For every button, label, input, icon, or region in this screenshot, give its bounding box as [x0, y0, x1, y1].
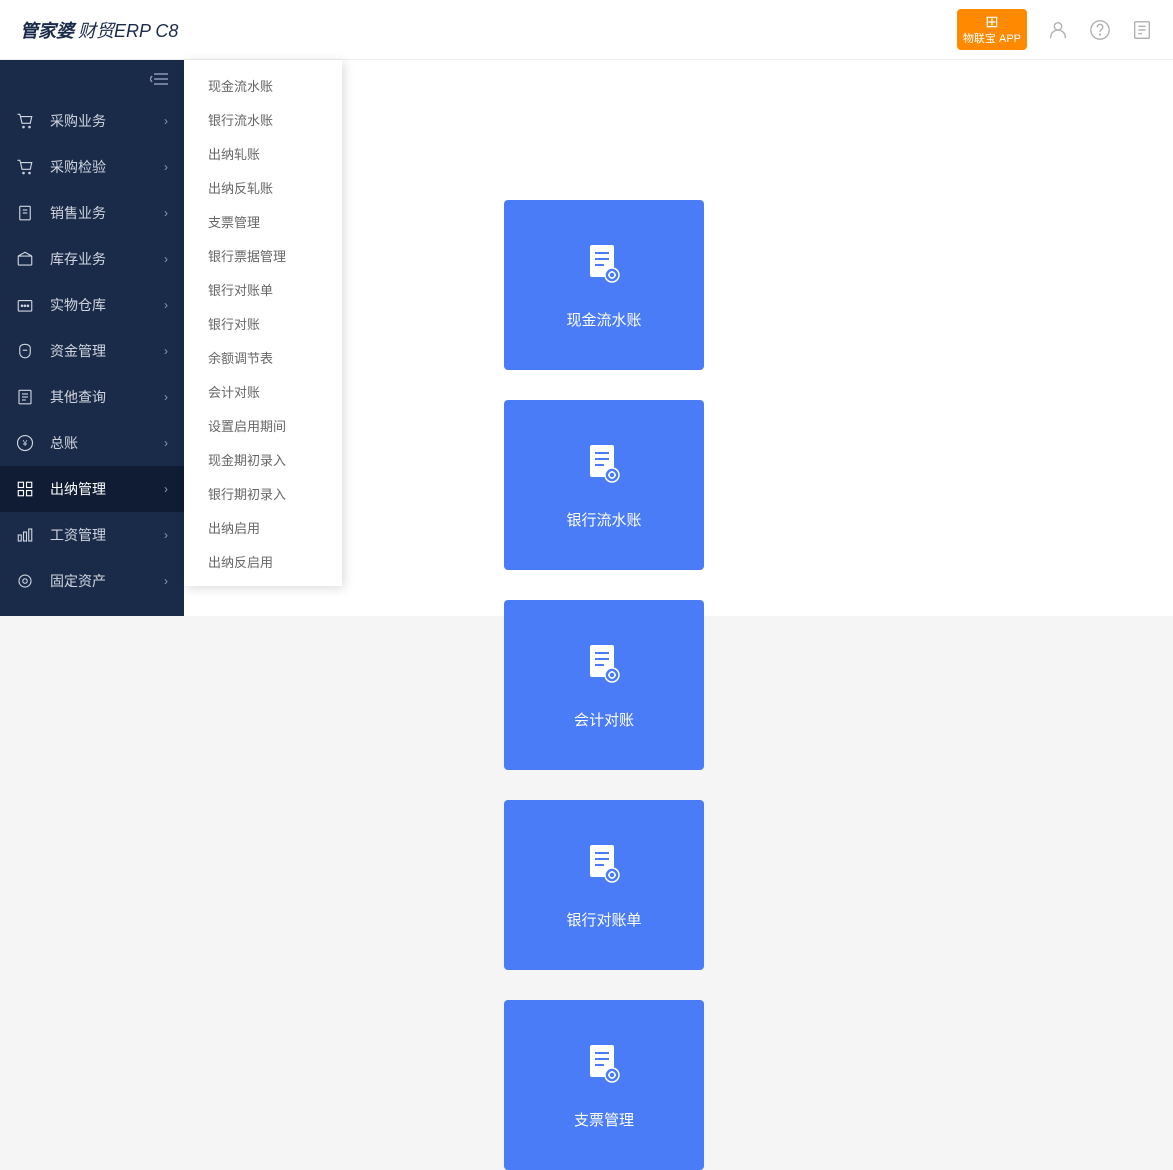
card-label: 现金流水账 — [566, 309, 641, 330]
nav-label: 出纳管理 — [50, 479, 106, 499]
card-label: 会计对账 — [574, 709, 634, 730]
document-gear-icon — [582, 1041, 626, 1085]
nav-icon — [16, 158, 36, 176]
document-gear-icon — [582, 641, 626, 685]
qr-icon: ⊞ — [963, 13, 1021, 32]
submenu-item-9[interactable]: 会计对账 — [184, 374, 342, 408]
card-label: 银行流水账 — [566, 509, 641, 530]
sidebar-item-7[interactable]: ¥ 总账 › — [0, 420, 184, 466]
sidebar-item-4[interactable]: 实物仓库 › — [0, 282, 184, 328]
nav-label: 销售业务 — [50, 203, 106, 223]
sidebar-item-0[interactable]: 采购业务 › — [0, 98, 184, 144]
help-icon[interactable] — [1089, 19, 1111, 41]
sidebar-item-3[interactable]: 库存业务 › — [0, 236, 184, 282]
submenu-item-1[interactable]: 银行流水账 — [184, 102, 342, 136]
logo-sub: 财贸ERP C8 — [78, 21, 178, 41]
submenu-item-5[interactable]: 银行票据管理 — [184, 238, 342, 272]
nav-icon: ¥ — [16, 434, 36, 452]
user-icon[interactable] — [1047, 19, 1069, 41]
sidebar-item-9[interactable]: 工资管理 › — [0, 512, 184, 558]
submenu-item-14[interactable]: 出纳反启用 — [184, 544, 342, 578]
chevron-right-icon: › — [164, 528, 168, 542]
submenu-item-11[interactable]: 现金期初录入 — [184, 442, 342, 476]
nav-label: 总账 — [50, 433, 78, 453]
submenu-item-4[interactable]: 支票管理 — [184, 204, 342, 238]
app-badge[interactable]: ⊞ 物联宝 APP — [957, 9, 1027, 49]
nav-icon — [16, 204, 36, 222]
submenu-item-6[interactable]: 银行对账单 — [184, 272, 342, 306]
nav-icon — [16, 572, 36, 590]
sidebar-item-10[interactable]: 固定资产 › — [0, 558, 184, 604]
card-4[interactable]: 支票管理 — [504, 1000, 704, 1170]
notes-icon[interactable] — [1131, 19, 1153, 41]
nav-icon — [16, 112, 36, 130]
app-header: 管家婆财贸ERP C8 ⊞ 物联宝 APP — [0, 0, 1173, 60]
app-badge-label: 物联宝 APP — [963, 33, 1021, 45]
document-gear-icon — [582, 241, 626, 285]
nav-icon — [16, 526, 36, 544]
nav-label: 工资管理 — [50, 525, 106, 545]
card-label: 支票管理 — [574, 1109, 634, 1130]
nav-label: 采购检验 — [50, 157, 106, 177]
nav-icon — [16, 480, 36, 498]
card-2[interactable]: 会计对账 — [504, 600, 704, 770]
sidebar-item-1[interactable]: 采购检验 › — [0, 144, 184, 190]
header-actions: ⊞ 物联宝 APP — [957, 9, 1153, 49]
chevron-right-icon: › — [164, 344, 168, 358]
nav-label: 资金管理 — [50, 341, 106, 361]
nav-label: 库存业务 — [50, 249, 106, 269]
nav-icon — [16, 388, 36, 406]
chevron-right-icon: › — [164, 206, 168, 220]
collapse-button[interactable] — [0, 60, 184, 98]
submenu-item-12[interactable]: 银行期初录入 — [184, 476, 342, 510]
nav-icon — [16, 296, 36, 314]
submenu-item-10[interactable]: 设置启用期间 — [184, 408, 342, 442]
chevron-right-icon: › — [164, 252, 168, 266]
nav-icon — [16, 250, 36, 268]
chevron-right-icon: › — [164, 160, 168, 174]
logo: 管家婆财贸ERP C8 — [20, 17, 178, 43]
document-gear-icon — [582, 841, 626, 885]
chevron-right-icon: › — [164, 114, 168, 128]
sidebar-item-8[interactable]: 出纳管理 › — [0, 466, 184, 512]
submenu-item-2[interactable]: 出纳轧账 — [184, 136, 342, 170]
chevron-right-icon: › — [164, 436, 168, 450]
nav-icon — [16, 342, 36, 360]
nav-label: 固定资产 — [50, 571, 106, 591]
nav-label: 其他查询 — [50, 387, 106, 407]
sidebar: 采购业务›采购检验›销售业务›库存业务›实物仓库›资金管理›其他查询›¥总账›出… — [0, 60, 184, 616]
chevron-right-icon: › — [164, 574, 168, 588]
chevron-right-icon: › — [164, 482, 168, 496]
nav-label: 实物仓库 — [50, 295, 106, 315]
svg-text:¥: ¥ — [22, 439, 28, 448]
card-0[interactable]: 现金流水账 — [504, 200, 704, 370]
card-label: 银行对账单 — [566, 909, 641, 930]
document-gear-icon — [582, 441, 626, 485]
submenu-cashier: 现金流水账银行流水账出纳轧账出纳反轧账支票管理银行票据管理银行对账单银行对账余额… — [184, 60, 342, 586]
submenu-item-8[interactable]: 余额调节表 — [184, 340, 342, 374]
card-1[interactable]: 银行流水账 — [504, 400, 704, 570]
logo-main: 管家婆 — [20, 21, 74, 41]
sidebar-item-6[interactable]: 其他查询 › — [0, 374, 184, 420]
card-3[interactable]: 银行对账单 — [504, 800, 704, 970]
sidebar-item-2[interactable]: 销售业务 › — [0, 190, 184, 236]
nav-label: 采购业务 — [50, 111, 106, 131]
submenu-item-3[interactable]: 出纳反轧账 — [184, 170, 342, 204]
submenu-item-13[interactable]: 出纳启用 — [184, 510, 342, 544]
chevron-right-icon: › — [164, 298, 168, 312]
sidebar-item-5[interactable]: 资金管理 › — [0, 328, 184, 374]
chevron-right-icon: › — [164, 390, 168, 404]
submenu-item-7[interactable]: 银行对账 — [184, 306, 342, 340]
submenu-item-0[interactable]: 现金流水账 — [184, 68, 342, 102]
